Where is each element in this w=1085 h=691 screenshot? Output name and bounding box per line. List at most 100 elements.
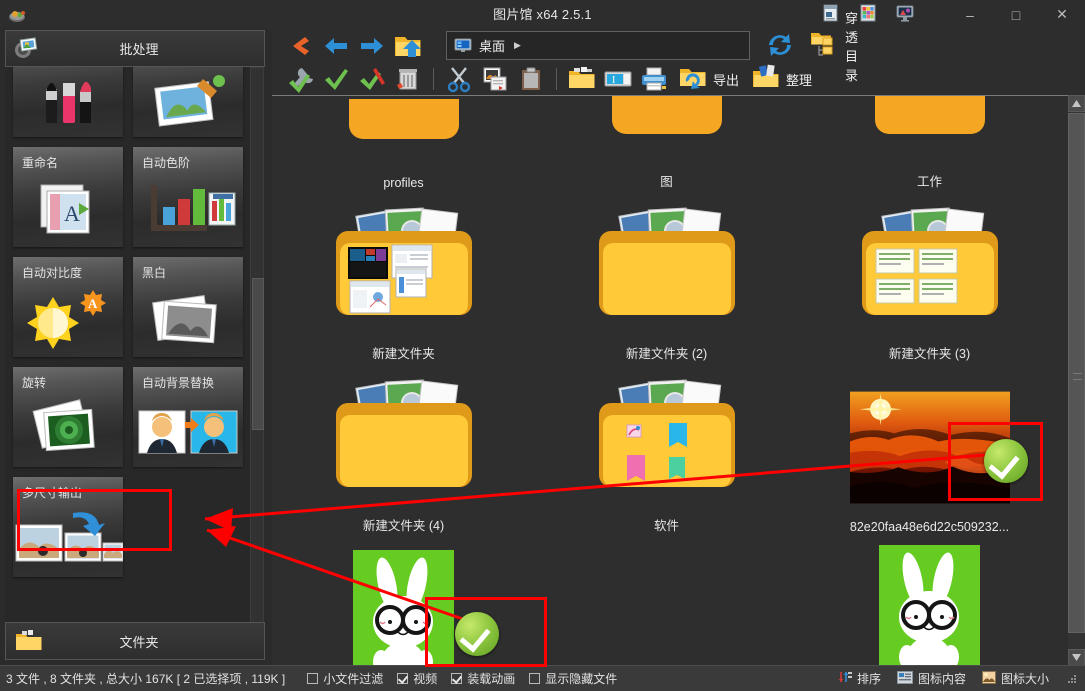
delete-trash-icon[interactable] — [390, 63, 426, 95]
scroll-down-icon[interactable] — [1068, 649, 1085, 666]
file-name: 82e20faa48e6d22c509232... — [849, 520, 1010, 534]
file-item-selected[interactable]: afc1ea8376515472fe590fcc... — [272, 534, 535, 667]
toolbar-row-actions: I 导出 整理 — [282, 63, 818, 95]
folder-footer-button[interactable]: 文件夹 — [5, 622, 265, 660]
photo-brush-icon — [133, 67, 243, 133]
chevron-right-icon[interactable]: ▶ — [514, 40, 521, 51]
rotate-icon — [13, 395, 123, 463]
rename-icon: A — [13, 175, 123, 243]
file-item[interactable]: 工作 — [798, 96, 1061, 190]
batch-process-header[interactable]: 批处理 — [5, 30, 265, 67]
status-summary: 3 文件 , 8 文件夹 , 总大小 167K [ 2 已选择项 , 119K … — [6, 672, 286, 686]
tile-row: 重命名 A 自动色阶 — [13, 147, 252, 247]
back-arrow-icon[interactable] — [318, 30, 354, 62]
settings-tool-icon[interactable] — [282, 63, 318, 95]
sort-button[interactable]: 排序 — [838, 670, 881, 687]
select-all-check-icon[interactable] — [318, 63, 354, 95]
file-item[interactable]: 图片转PDF文件.pdf — [798, 534, 1061, 667]
maximize-button[interactable]: □ — [993, 0, 1039, 29]
checkbox-video[interactable]: 视频 — [397, 670, 437, 687]
status-bar: 3 文件 , 8 文件夹 , 总大小 167K [ 2 已选择项 , 119K … — [0, 665, 1085, 691]
organize-button[interactable]: 整理 — [745, 63, 818, 95]
tile-label: 重命名 — [22, 156, 59, 170]
status-filters: 小文件过滤 视频 装载动画 显示隐藏文件 — [307, 670, 617, 687]
tile-optimize[interactable]: 优化 — [133, 67, 243, 137]
tile-label: 自动对比度 — [22, 266, 83, 280]
sort-label: 排序 — [856, 672, 881, 686]
sidebar-scrollbar-thumb[interactable] — [252, 278, 264, 430]
checkbox-load-animation[interactable]: 装载动画 — [451, 670, 515, 687]
effects-tile-list[interactable]: 美容 — [5, 67, 252, 647]
file-name: 新建文件夹 (3) — [888, 347, 971, 361]
tile-label: 黑白 — [142, 266, 167, 280]
minimize-button[interactable]: – — [947, 0, 993, 29]
folder-thumbnail — [587, 96, 747, 169]
content-scrollbar[interactable] — [1068, 95, 1085, 666]
file-item[interactable]: 新建文件夹 (2) — [535, 190, 798, 362]
paste-clipboard-icon[interactable] — [513, 63, 549, 95]
file-item[interactable]: profiles — [272, 96, 535, 190]
export-button[interactable]: 导出 — [672, 63, 745, 95]
tile-black-white[interactable]: 黑白 — [133, 257, 243, 357]
copy-image-icon[interactable] — [477, 63, 513, 95]
checkbox-show-hidden-files[interactable]: 显示隐藏文件 — [529, 670, 617, 687]
rename-field-icon[interactable]: I — [600, 63, 636, 95]
window-title: 图片馆 x64 2.5.1 — [493, 7, 592, 22]
scroll-up-icon[interactable] — [1068, 95, 1085, 112]
checkbox-small-file-filter[interactable]: 小文件过滤 — [307, 670, 383, 687]
parent-folder-icon[interactable] — [390, 30, 426, 62]
batch-gear-icon — [14, 36, 40, 61]
tile-beauty[interactable]: 美容 — [13, 67, 123, 137]
status-right-tools: 排序 图标内容 图标大小 — [838, 670, 1077, 687]
tree-folder-icon — [810, 30, 840, 63]
checkbox-box[interactable] — [397, 673, 409, 684]
recursive-directory-button[interactable]: 穿透目录 — [804, 11, 864, 83]
file-item[interactable]: 软件 — [535, 362, 798, 534]
file-item[interactable]: 图 — [535, 96, 798, 190]
file-grid-area[interactable]: profiles 图 工作 新建文件夹 新建文件夹 (2) 新建文件夹 (3) … — [272, 95, 1085, 667]
tile-rename[interactable]: 重命名 A — [13, 147, 123, 247]
icon-content-icon — [896, 670, 913, 687]
file-name: 新建文件夹 — [372, 347, 435, 361]
folder-empty-thumbnail — [587, 201, 747, 341]
icon-content-button[interactable]: 图标内容 — [896, 670, 966, 687]
file-item[interactable]: 新建文件夹 — [272, 190, 535, 362]
folder-thumbnail — [324, 96, 484, 174]
checkbox-box[interactable] — [451, 673, 463, 684]
desktop-icon — [454, 38, 472, 53]
palette-icon[interactable] — [858, 3, 880, 25]
file-item[interactable]: 新建文件夹 (4) — [272, 362, 535, 534]
cut-scissors-icon[interactable] — [441, 63, 477, 95]
tile-rotate[interactable]: 旋转 — [13, 367, 123, 467]
tile-auto-contrast[interactable]: 自动对比度 A — [13, 257, 123, 357]
path-input[interactable]: 桌面 ▶ — [446, 31, 750, 60]
file-item-empty — [535, 534, 798, 667]
open-folder-icon[interactable] — [564, 63, 600, 95]
sidebar-scrollbar[interactable] — [250, 67, 264, 649]
back-up-icon[interactable] — [282, 30, 318, 62]
file-item-selected[interactable]: 82e20faa48e6d22c509232... — [798, 362, 1061, 534]
application-window: 图片馆 x64 2.5.1 – □ ✕ 批处理 重命名 A 自动色阶 自动对比度… — [0, 0, 1085, 691]
resize-grip[interactable] — [1067, 674, 1077, 684]
sort-icon — [838, 670, 852, 687]
forward-arrow-icon[interactable] — [354, 30, 390, 62]
multi-size-output-icon — [13, 505, 124, 573]
checkbox-box[interactable] — [307, 673, 319, 684]
deselect-check-icon[interactable] — [354, 63, 390, 95]
document-icon[interactable] — [821, 3, 843, 25]
refresh-icon[interactable] — [762, 30, 798, 60]
window-buttons: – □ ✕ — [947, 0, 1085, 29]
tile-label: 自动色阶 — [142, 156, 191, 170]
icon-size-button[interactable]: 图标大小 — [981, 670, 1049, 687]
checkbox-box[interactable] — [529, 673, 541, 684]
content-scrollbar-thumb[interactable] — [1068, 113, 1085, 633]
tile-bg-replace[interactable]: 自动背景替换 — [133, 367, 243, 467]
close-button[interactable]: ✕ — [1039, 0, 1085, 29]
print-icon[interactable] — [636, 63, 672, 95]
folder-empty-thumbnail — [324, 373, 484, 513]
file-row: 新建文件夹 (4) 软件 82e20faa48e6d22c509232... — [272, 362, 1062, 534]
file-item[interactable]: 新建文件夹 (3) — [798, 190, 1061, 362]
tile-auto-levels[interactable]: 自动色阶 — [133, 147, 243, 247]
monitor-icon[interactable] — [895, 3, 917, 25]
tile-multi-size-output[interactable]: 多尺寸输出 — [13, 477, 124, 577]
